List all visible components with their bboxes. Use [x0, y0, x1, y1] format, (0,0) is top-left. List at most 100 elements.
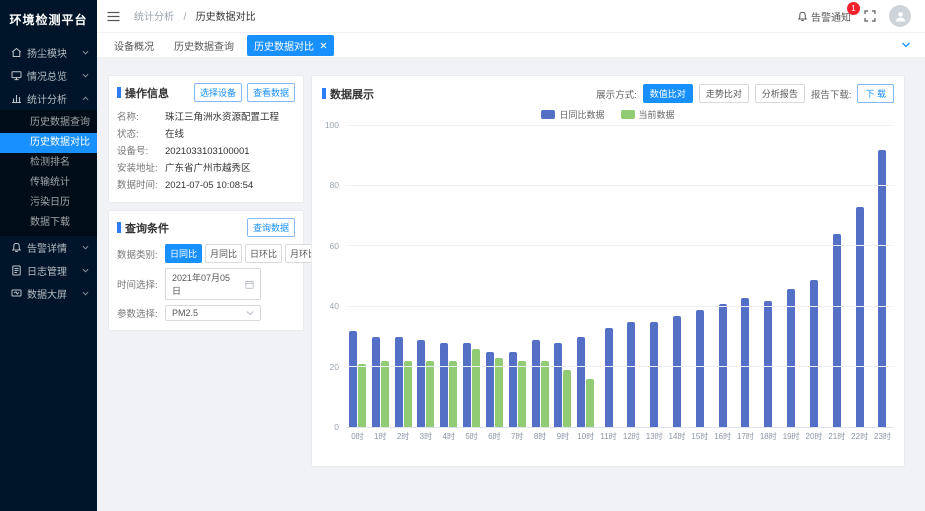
x-tick-label: 8时 — [529, 428, 552, 442]
y-tick-label: 0 — [334, 422, 339, 432]
bar-group — [871, 126, 894, 427]
x-tick-label: 12时 — [620, 428, 643, 442]
sidebar-item-label: 日志管理 — [27, 263, 67, 278]
bar-group — [643, 126, 666, 427]
bar-group — [688, 126, 711, 427]
download-button[interactable]: 下 载 — [857, 84, 894, 103]
bar-group — [780, 126, 803, 427]
user-avatar[interactable] — [889, 5, 911, 27]
category-day-mom-button[interactable]: 日环比 — [245, 244, 282, 263]
tab-label: 历史数据对比 — [254, 38, 314, 53]
bar — [372, 337, 380, 427]
sidebar-item-history-compare[interactable]: 历史数据对比 — [0, 133, 97, 153]
bar — [440, 343, 448, 427]
bar-group — [551, 126, 574, 427]
x-tick-label: 7时 — [506, 428, 529, 442]
option-trend-compare-button[interactable]: 走势比对 — [699, 84, 749, 103]
field-status: 状态: 在线 — [117, 126, 295, 143]
menu-collapse-icon[interactable] — [107, 11, 120, 22]
bar-group — [825, 126, 848, 427]
query-condition-panel: 查询条件 查询数据 数据类别: 日同比 月同比 日环比 月环比 — [108, 210, 304, 331]
bar — [518, 361, 526, 427]
option-analysis-report-button[interactable]: 分析报告 — [755, 84, 805, 103]
sidebar-item-label: 情况总览 — [27, 68, 67, 83]
data-category-row: 数据类别: 日同比 月同比 日环比 月环比 — [117, 244, 295, 263]
chevron-down-icon — [82, 290, 89, 297]
sidebar-item-transmission-stats[interactable]: 传输统计 — [0, 173, 97, 193]
bar — [627, 322, 635, 427]
bar-group — [506, 126, 529, 427]
bar-group — [483, 126, 506, 427]
bar-group — [529, 126, 552, 427]
legend-item-yoy[interactable]: 日同比数据 — [541, 108, 604, 121]
sidebar-item-data-download[interactable]: 数据下载 — [0, 213, 97, 233]
bar-group — [757, 126, 780, 427]
bar — [856, 207, 864, 427]
bar-group — [414, 126, 437, 427]
sidebar-item-pollution-calendar[interactable]: 污染日历 — [0, 193, 97, 213]
tab-history-query[interactable]: 历史数据查询 — [167, 35, 241, 56]
notification-count-badge: 1 — [847, 2, 860, 15]
alarm-notification-button[interactable]: 告警通知 1 — [797, 9, 851, 24]
bar — [810, 280, 818, 427]
sidebar-item-label: 数据大屏 — [27, 286, 67, 301]
select-device-button[interactable]: 选择设备 — [194, 83, 242, 102]
panel-title: 数据展示 — [330, 86, 374, 102]
panel-title: 查询条件 — [125, 220, 169, 236]
bar — [577, 337, 585, 427]
sidebar-item-detection-ranking[interactable]: 检测排名 — [0, 153, 97, 173]
bar — [764, 301, 772, 427]
bar-group — [346, 126, 369, 427]
x-tick-label: 5时 — [460, 428, 483, 442]
x-tick-label: 18时 — [757, 428, 780, 442]
x-tick-label: 10时 — [574, 428, 597, 442]
tab-bar: 设备概况 历史数据查询 历史数据对比 — [97, 33, 925, 58]
tab-device-overview[interactable]: 设备概况 — [107, 35, 161, 56]
bar-group — [597, 126, 620, 427]
y-tick-label: 100 — [325, 120, 339, 130]
tab-history-compare[interactable]: 历史数据对比 — [247, 35, 334, 56]
bar-group — [460, 126, 483, 427]
calendar-icon — [245, 280, 254, 289]
close-icon[interactable] — [320, 42, 327, 49]
sidebar-item-label: 告警详情 — [27, 240, 67, 255]
sidebar-item-data-screen[interactable]: 数据大屏 — [0, 282, 97, 305]
bars-row — [346, 126, 894, 427]
fullscreen-icon[interactable] — [864, 10, 876, 22]
log-icon — [11, 265, 22, 276]
option-value-compare-button[interactable]: 数值比对 — [643, 84, 693, 103]
category-day-yoy-button[interactable]: 日同比 — [165, 244, 202, 263]
bar — [650, 322, 658, 427]
sidebar-item-alarm-detail[interactable]: 告警详情 — [0, 236, 97, 259]
bar — [673, 316, 681, 427]
breadcrumb-parent[interactable]: 统计分析 — [134, 12, 174, 23]
bar — [878, 150, 886, 427]
legend-item-current[interactable]: 当前数据 — [621, 108, 675, 121]
query-data-button[interactable]: 查询数据 — [247, 218, 295, 237]
sidebar-item-overview[interactable]: 情况总览 — [0, 64, 97, 87]
tabs-collapse-chevron-icon[interactable] — [901, 40, 911, 50]
category-month-yoy-button[interactable]: 月同比 — [205, 244, 242, 263]
bar — [833, 234, 841, 427]
sidebar-item-history-query[interactable]: 历史数据查询 — [0, 113, 97, 133]
left-column: 操作信息 选择设备 查看数据 名称: 珠江三角洲水资源配置工程 状态: 在线 — [108, 75, 304, 467]
bar — [495, 358, 503, 427]
sidebar-item-log-management[interactable]: 日志管理 — [0, 259, 97, 282]
y-tick-label: 20 — [330, 362, 339, 372]
chevron-up-icon — [82, 95, 89, 102]
breadcrumb: 统计分析 / 历史数据对比 — [134, 7, 256, 25]
sidebar-item-statistics[interactable]: 统计分析 — [0, 87, 97, 110]
bar — [426, 361, 434, 427]
sidebar-item-dust-module[interactable]: 扬尘模块 — [0, 41, 97, 64]
bar — [532, 340, 540, 427]
data-display-panel: 数据展示 展示方式: 数值比对 走势比对 分析报告 报告下载: 下 载 日同比数… — [311, 75, 905, 467]
view-data-button[interactable]: 查看数据 — [247, 83, 295, 102]
breadcrumb-current: 历史数据对比 — [196, 12, 256, 23]
date-picker-input[interactable]: 2021年07月05日 — [165, 268, 261, 300]
parameter-select[interactable]: PM2.5 — [165, 305, 261, 321]
bar-group — [392, 126, 415, 427]
x-tick-label: 6时 — [483, 428, 506, 442]
bar-group — [437, 126, 460, 427]
x-tick-label: 11时 — [597, 428, 620, 442]
display-mode-label: 展示方式: — [596, 87, 637, 101]
